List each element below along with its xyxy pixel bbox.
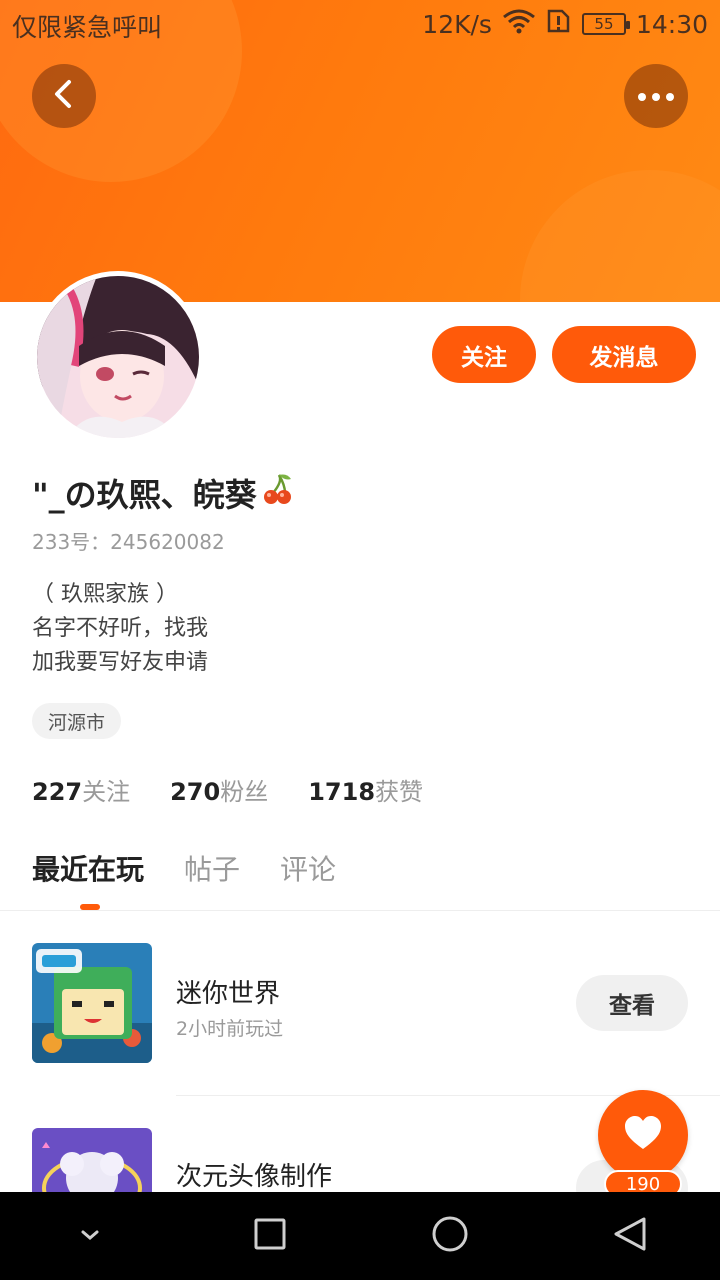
- nav-recents-button[interactable]: [230, 1196, 310, 1276]
- system-nav-bar: [0, 1192, 720, 1280]
- followers-count: 270: [170, 778, 221, 806]
- back-button[interactable]: [32, 64, 96, 128]
- game-icon-avatar-maker: [32, 1128, 152, 1192]
- profile-tabs: 最近在玩 帖子 评论: [32, 848, 336, 888]
- chevron-left-icon: [51, 79, 77, 113]
- likes-stat: 1718获赞: [308, 772, 423, 807]
- game-name: 次元头像制作: [176, 1162, 333, 1192]
- divider: [0, 910, 720, 911]
- battery-icon: 55: [581, 13, 630, 35]
- banner-decoration: [520, 170, 720, 302]
- status-icons: 12K/s 55 14:30: [422, 8, 708, 40]
- followers-label: 粉丝: [220, 778, 269, 806]
- location-tag: 河源市: [32, 703, 122, 739]
- wifi-icon: [502, 8, 536, 40]
- tab-comments[interactable]: 评论: [280, 848, 336, 888]
- bio-line: 加我要写好友申请: [32, 650, 209, 675]
- heart-icon: [623, 1115, 663, 1155]
- tab-recently-played[interactable]: 最近在玩: [32, 848, 144, 888]
- game-name: 迷你世界: [176, 979, 281, 1009]
- nav-back-button[interactable]: [590, 1196, 670, 1276]
- nav-home-button[interactable]: [410, 1196, 490, 1276]
- status-bar: 仅限紧急呼叫 12K/s 55 14:30: [0, 0, 720, 48]
- triangle-back-icon: [612, 1215, 648, 1257]
- username: "_の玖熙、皖葵: [32, 470, 295, 516]
- square-icon: [253, 1217, 287, 1255]
- game-icon-mini-world: [32, 943, 152, 1063]
- following-stat[interactable]: 227关注: [32, 772, 130, 807]
- cherry-icon: [259, 471, 295, 515]
- username-text: "_の玖熙、皖葵: [32, 476, 257, 514]
- tab-posts[interactable]: 帖子: [184, 848, 240, 888]
- more-horizontal-icon: [636, 87, 676, 106]
- like-fab[interactable]: [598, 1090, 688, 1180]
- followers-stat[interactable]: 270粉丝: [170, 772, 268, 807]
- avatar[interactable]: [32, 271, 204, 443]
- user-id: 233号：245620082: [32, 530, 225, 554]
- clock: 14:30: [635, 9, 708, 39]
- avatar-image: [37, 276, 199, 438]
- game-last-played: 2小时前玩过: [176, 1018, 284, 1040]
- likes-count: 1718: [308, 778, 376, 806]
- send-message-button[interactable]: 发消息: [552, 326, 696, 383]
- follow-button[interactable]: 关注: [432, 326, 536, 383]
- bio: （ 玖熙家族 ） 名字不好听，找我 加我要写好友申请: [32, 578, 208, 680]
- following-count: 227: [32, 778, 83, 806]
- likes-label: 获赞: [375, 778, 424, 806]
- profile-stats: 227关注 270粉丝 1718获赞: [32, 772, 423, 807]
- nav-collapse-button[interactable]: [50, 1196, 130, 1276]
- bio-line: （ 玖熙家族 ）: [32, 582, 178, 607]
- more-button[interactable]: [624, 64, 688, 128]
- sim-alert-icon: [546, 8, 572, 40]
- bio-line: 名字不好听，找我: [32, 616, 209, 641]
- view-button[interactable]: 查看: [576, 975, 688, 1031]
- carrier-text: 仅限紧急呼叫: [12, 13, 163, 42]
- network-speed: 12K/s: [422, 9, 492, 39]
- list-item[interactable]: 迷你世界 2小时前玩过 查看: [0, 912, 720, 1092]
- chevron-down-icon: [79, 1227, 101, 1246]
- following-label: 关注: [82, 778, 131, 806]
- circle-icon: [431, 1215, 469, 1257]
